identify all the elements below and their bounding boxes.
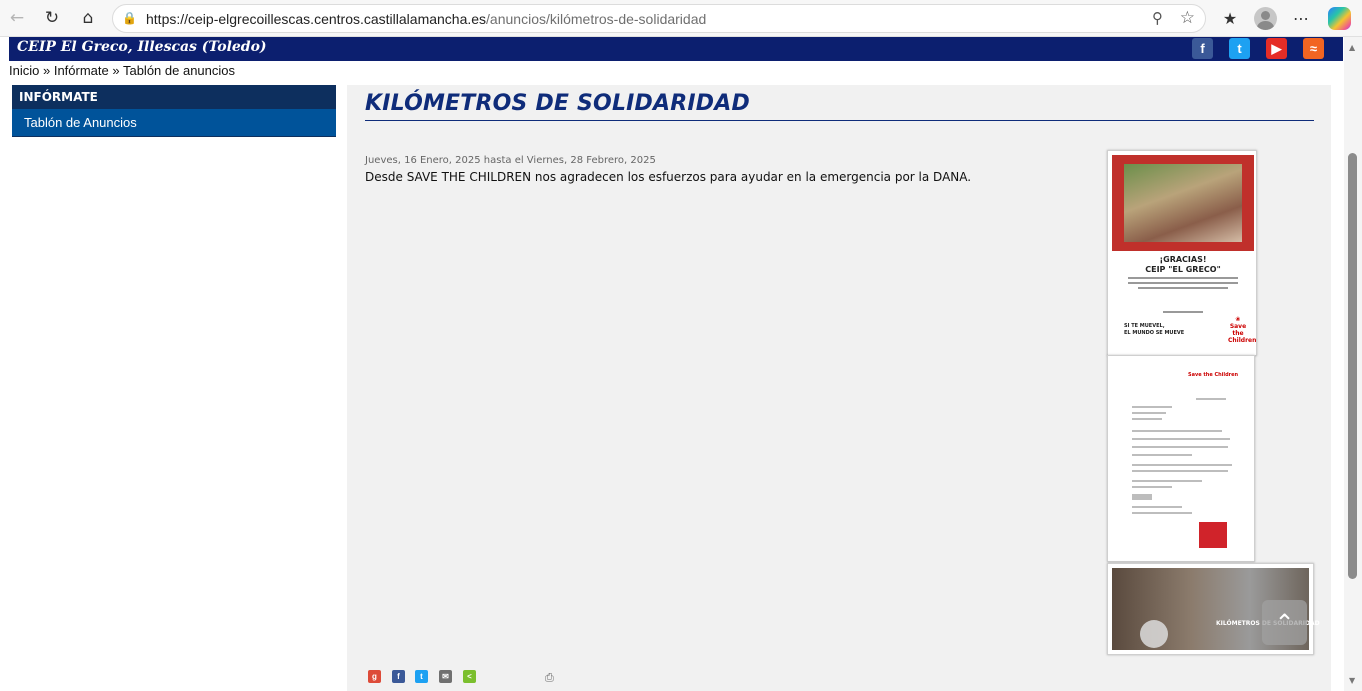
url-host: https://ceip-elgrecoillescas.centros.cas…: [146, 11, 487, 27]
doc-line: [1132, 486, 1172, 488]
rss-icon[interactable]: ≈: [1303, 38, 1324, 59]
email-share-icon[interactable]: ✉: [439, 670, 452, 683]
doc-line: [1132, 430, 1222, 432]
lock-icon[interactable]: 🔒: [122, 11, 137, 25]
breadcrumb-current: Tablón de anuncios: [122, 63, 235, 78]
title-divider: [365, 120, 1314, 121]
browser-toolbar: ← ↻ ⌂ 🔒 https://ceip-elgrecoillescas.cen…: [0, 0, 1362, 37]
doc-line: [1196, 398, 1226, 400]
page-title: KILÓMETROS DE SOLIDARIDAD: [365, 91, 750, 116]
print-icon[interactable]: ⎙: [545, 671, 554, 685]
breadcrumb-separator: »: [39, 63, 54, 78]
certificate-thumbnail[interactable]: Save the Children: [1107, 355, 1255, 562]
google-plus-share-icon[interactable]: g: [368, 670, 381, 683]
youtube-icon[interactable]: ▶: [1266, 38, 1287, 59]
doc-line: [1132, 512, 1192, 514]
site-title[interactable]: CEIP El Greco, Illescas (Toledo): [17, 39, 267, 55]
copilot-icon[interactable]: [1328, 7, 1351, 30]
certificate-brand: Save the Children: [1188, 372, 1239, 378]
scroll-down-icon[interactable]: ▼: [1349, 676, 1355, 685]
favorites-icon[interactable]: ★: [1217, 6, 1243, 30]
scrollbar-thumb[interactable]: [1348, 153, 1357, 579]
breadcrumb-home[interactable]: Inicio: [9, 63, 39, 78]
url-text: https://ceip-elgrecoillescas.centros.cas…: [146, 11, 706, 27]
sidebar-item-tablon[interactable]: Tablón de Anuncios: [12, 109, 336, 137]
certificate-red-seal: [1199, 522, 1227, 548]
doc-line: [1132, 418, 1162, 420]
poster-heading: ¡GRACIAS!: [1159, 255, 1207, 264]
sidebar-heading: INFÓRMATE: [12, 85, 336, 109]
back-icon[interactable]: ←: [4, 6, 30, 30]
poster-text-line: [1128, 282, 1238, 284]
poster-caption: ¡GRACIAS! CEIP "EL GRECO": [1108, 255, 1258, 275]
site-banner: CEIP El Greco, Illescas (Toledo) f t ▶ ≈: [9, 37, 1343, 61]
poster-brand: Save the Children: [1228, 323, 1257, 344]
poster-text-line: [1138, 287, 1228, 289]
web-page: CEIP El Greco, Illescas (Toledo) f t ▶ ≈…: [0, 37, 1344, 691]
twitter-icon[interactable]: t: [1229, 38, 1250, 59]
facebook-share-icon[interactable]: f: [392, 670, 405, 683]
poster-photo: [1112, 155, 1254, 251]
poster-photo-image: [1124, 164, 1242, 242]
favorite-star-icon[interactable]: ☆: [1180, 8, 1195, 28]
save-the-children-logo: ❀ Save the Children: [1228, 316, 1257, 344]
article-date: Jueves, 16 Enero, 2025 hasta el Viernes,…: [365, 155, 656, 166]
sidebar: INFÓRMATE Tablón de Anuncios: [12, 85, 336, 137]
article-body: Desde SAVE THE CHILDREN nos agradecen lo…: [365, 170, 972, 184]
facebook-icon[interactable]: f: [1192, 38, 1213, 59]
poster-thumbnail[interactable]: ¡GRACIAS! CEIP "EL GRECO" SI TE MUEVEL, …: [1107, 150, 1257, 356]
doc-line: [1132, 506, 1182, 508]
breadcrumb-informate[interactable]: Infórmate: [54, 63, 109, 78]
zoom-icon[interactable]: ⚲: [1152, 9, 1163, 27]
more-menu-icon[interactable]: ⋯: [1288, 6, 1314, 30]
doc-line: [1132, 446, 1228, 448]
poster-slogan-line2: EL MUNDO SE MUEVE: [1124, 330, 1185, 336]
scroll-up-icon[interactable]: ▲: [1349, 43, 1355, 52]
breadcrumb-separator: »: [108, 63, 123, 78]
breadcrumb: Inicio » Infórmate » Tablón de anuncios: [9, 63, 235, 78]
page-scrollbar[interactable]: ▲ ▼: [1344, 37, 1362, 691]
doc-line: [1132, 412, 1166, 414]
poster-signature: [1163, 311, 1203, 313]
share-icon[interactable]: <: [463, 670, 476, 683]
doc-line: [1132, 406, 1172, 408]
reload-icon[interactable]: ↻: [39, 6, 65, 30]
twitter-share-icon[interactable]: t: [415, 670, 428, 683]
doc-line: [1132, 454, 1192, 456]
doc-line: [1132, 464, 1232, 466]
poster-slogan-line1: SI TE MUEVEL,: [1124, 323, 1165, 329]
url-path: /anuncios/kilómetros-de-solidaridad: [486, 11, 707, 27]
doc-line: [1132, 480, 1202, 482]
doc-line: [1132, 470, 1228, 472]
poster-school: CEIP "EL GRECO": [1145, 265, 1221, 274]
profile-avatar-icon[interactable]: [1254, 7, 1277, 30]
video-logo: [1140, 620, 1168, 648]
doc-line: [1132, 438, 1230, 440]
poster-slogan: SI TE MUEVEL, EL MUNDO SE MUEVE: [1124, 323, 1184, 337]
home-icon[interactable]: ⌂: [75, 6, 101, 30]
article-panel: KILÓMETROS DE SOLIDARIDAD Jueves, 16 Ene…: [347, 85, 1331, 691]
scroll-to-top-button[interactable]: ⌃: [1262, 600, 1307, 645]
poster-text-line: [1128, 277, 1238, 279]
address-bar[interactable]: 🔒 https://ceip-elgrecoillescas.centros.c…: [112, 4, 1206, 33]
doc-signature: [1132, 494, 1152, 500]
